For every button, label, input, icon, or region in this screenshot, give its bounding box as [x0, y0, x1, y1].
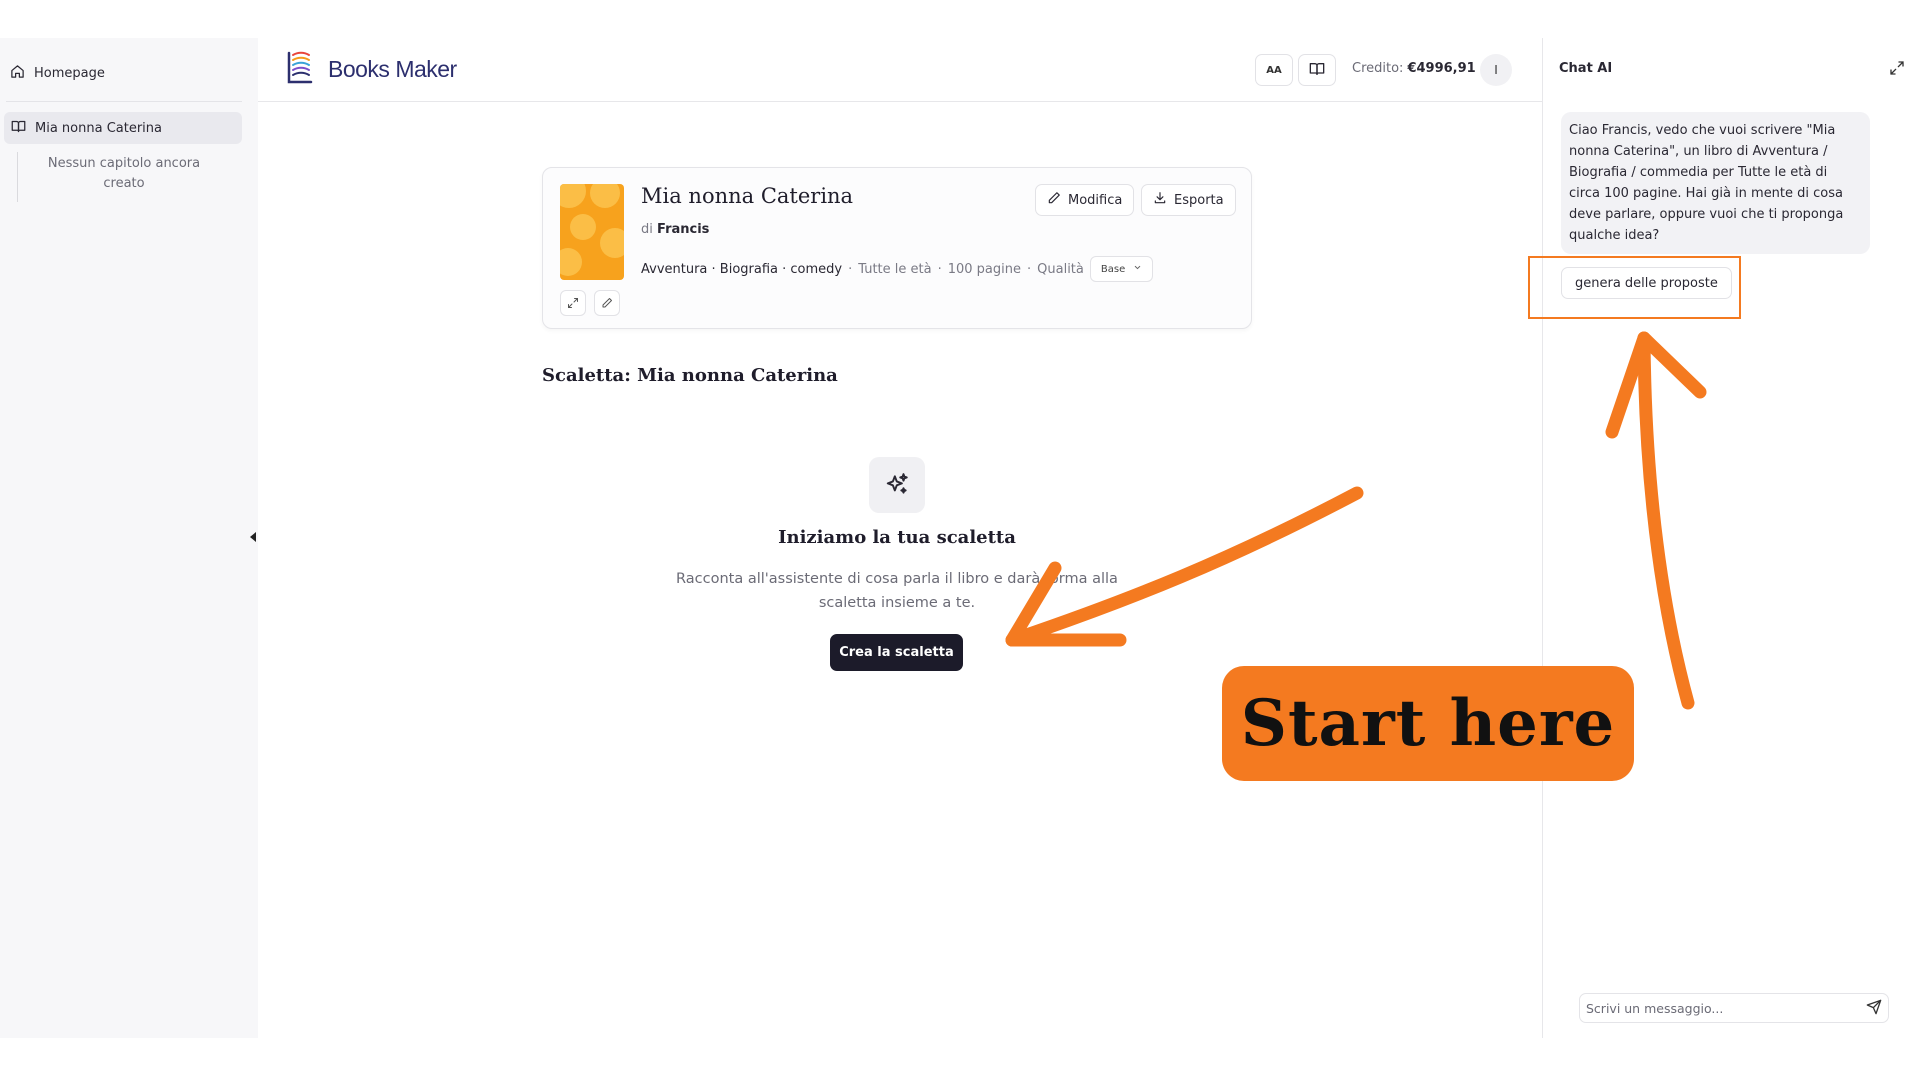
chat-title: Chat AI [1559, 61, 1613, 76]
book-open-icon [11, 119, 26, 138]
logo-text: Books Maker [328, 55, 457, 82]
edit-book-label: Modifica [1068, 192, 1123, 208]
chevron-down-icon [1133, 263, 1142, 275]
sidebar-divider [6, 101, 242, 102]
app-window: Homepage Mia nonna Caterina Nessun capit… [0, 38, 1920, 1038]
chat-input-container [1579, 993, 1889, 1023]
avatar[interactable]: I [1480, 54, 1512, 86]
sidebar-item-label: Mia nonna Caterina [35, 120, 162, 136]
download-icon [1153, 191, 1167, 209]
meta-separator: · [937, 261, 942, 277]
books-logo-icon [282, 47, 322, 91]
reader-button[interactable] [1298, 54, 1336, 86]
outline-title: Scaletta: Mia nonna Caterina [542, 365, 838, 386]
book-genres: Avventura · Biografia · comedy [641, 261, 843, 277]
empty-chapters-text: Nessun capitolo ancora creato [47, 156, 201, 191]
credit-label: Credito: [1352, 61, 1404, 76]
book-author: di Francis [641, 222, 709, 237]
sidebar-item-book[interactable]: Mia nonna Caterina [4, 112, 242, 144]
sidebar: Homepage Mia nonna Caterina Nessun capit… [0, 38, 258, 1038]
expand-icon[interactable] [1889, 60, 1907, 78]
author-name: Francis [657, 222, 710, 237]
logo[interactable]: Books Maker [282, 47, 457, 91]
empty-outline-title: Iniziamo la tua scaletta [778, 527, 1016, 548]
chat-input[interactable] [1586, 994, 1856, 1022]
sparkles-icon [869, 457, 925, 513]
sidebar-item-label: Homepage [34, 65, 105, 81]
book-cover [560, 184, 624, 280]
quality-value: Base [1100, 263, 1126, 275]
credit-display: Credito: €4996,91 [1352, 61, 1476, 76]
quality-label: Qualità [1037, 261, 1084, 277]
font-size-button[interactable]: AA [1255, 54, 1293, 86]
sidebar-item-homepage[interactable]: Homepage [10, 58, 105, 88]
book-meta: Avventura · Biografia · comedy · Tutte l… [641, 256, 1154, 282]
edit-cover-button[interactable] [594, 290, 620, 316]
empty-outline-description: Racconta all'assistente di cosa parla il… [676, 571, 1118, 611]
suggestion-button[interactable]: genera delle proposte [1561, 267, 1732, 299]
chapter-tree-line [17, 152, 18, 202]
meta-separator: · [1027, 261, 1032, 277]
send-icon[interactable] [1866, 999, 1884, 1017]
author-prefix: di [641, 222, 653, 237]
export-label: Esporta [1174, 192, 1224, 208]
collapse-sidebar-icon[interactable] [249, 529, 257, 543]
export-button[interactable]: Esporta [1141, 184, 1236, 216]
edit-book-button[interactable]: Modifica [1035, 184, 1135, 216]
assistant-message: Ciao Francis, vedo che vuoi scrivere "Mi… [1561, 112, 1870, 254]
book-age: Tutte le età [858, 261, 932, 277]
expand-cover-button[interactable] [560, 290, 586, 316]
chat-panel: Chat AI Ciao Francis, vedo che vuoi scri… [1542, 38, 1920, 1038]
pencil-icon [601, 294, 613, 313]
expand-icon [567, 294, 579, 313]
book-title: Mia nonna Caterina [641, 184, 854, 208]
pencil-icon [1047, 191, 1061, 209]
credit-value: €4996,91 [1407, 61, 1476, 76]
book-card: Mia nonna Caterina di Francis Avventura … [542, 167, 1252, 329]
meta-separator: · [848, 261, 853, 277]
home-icon [10, 64, 25, 83]
topbar: Books Maker AA Credito: €4996,91 I [258, 38, 1542, 102]
quality-select[interactable]: Base [1089, 256, 1154, 282]
book-pages: 100 pagine [947, 261, 1021, 277]
create-outline-button[interactable]: Crea la scaletta [830, 634, 963, 671]
book-open-icon [1309, 61, 1325, 80]
